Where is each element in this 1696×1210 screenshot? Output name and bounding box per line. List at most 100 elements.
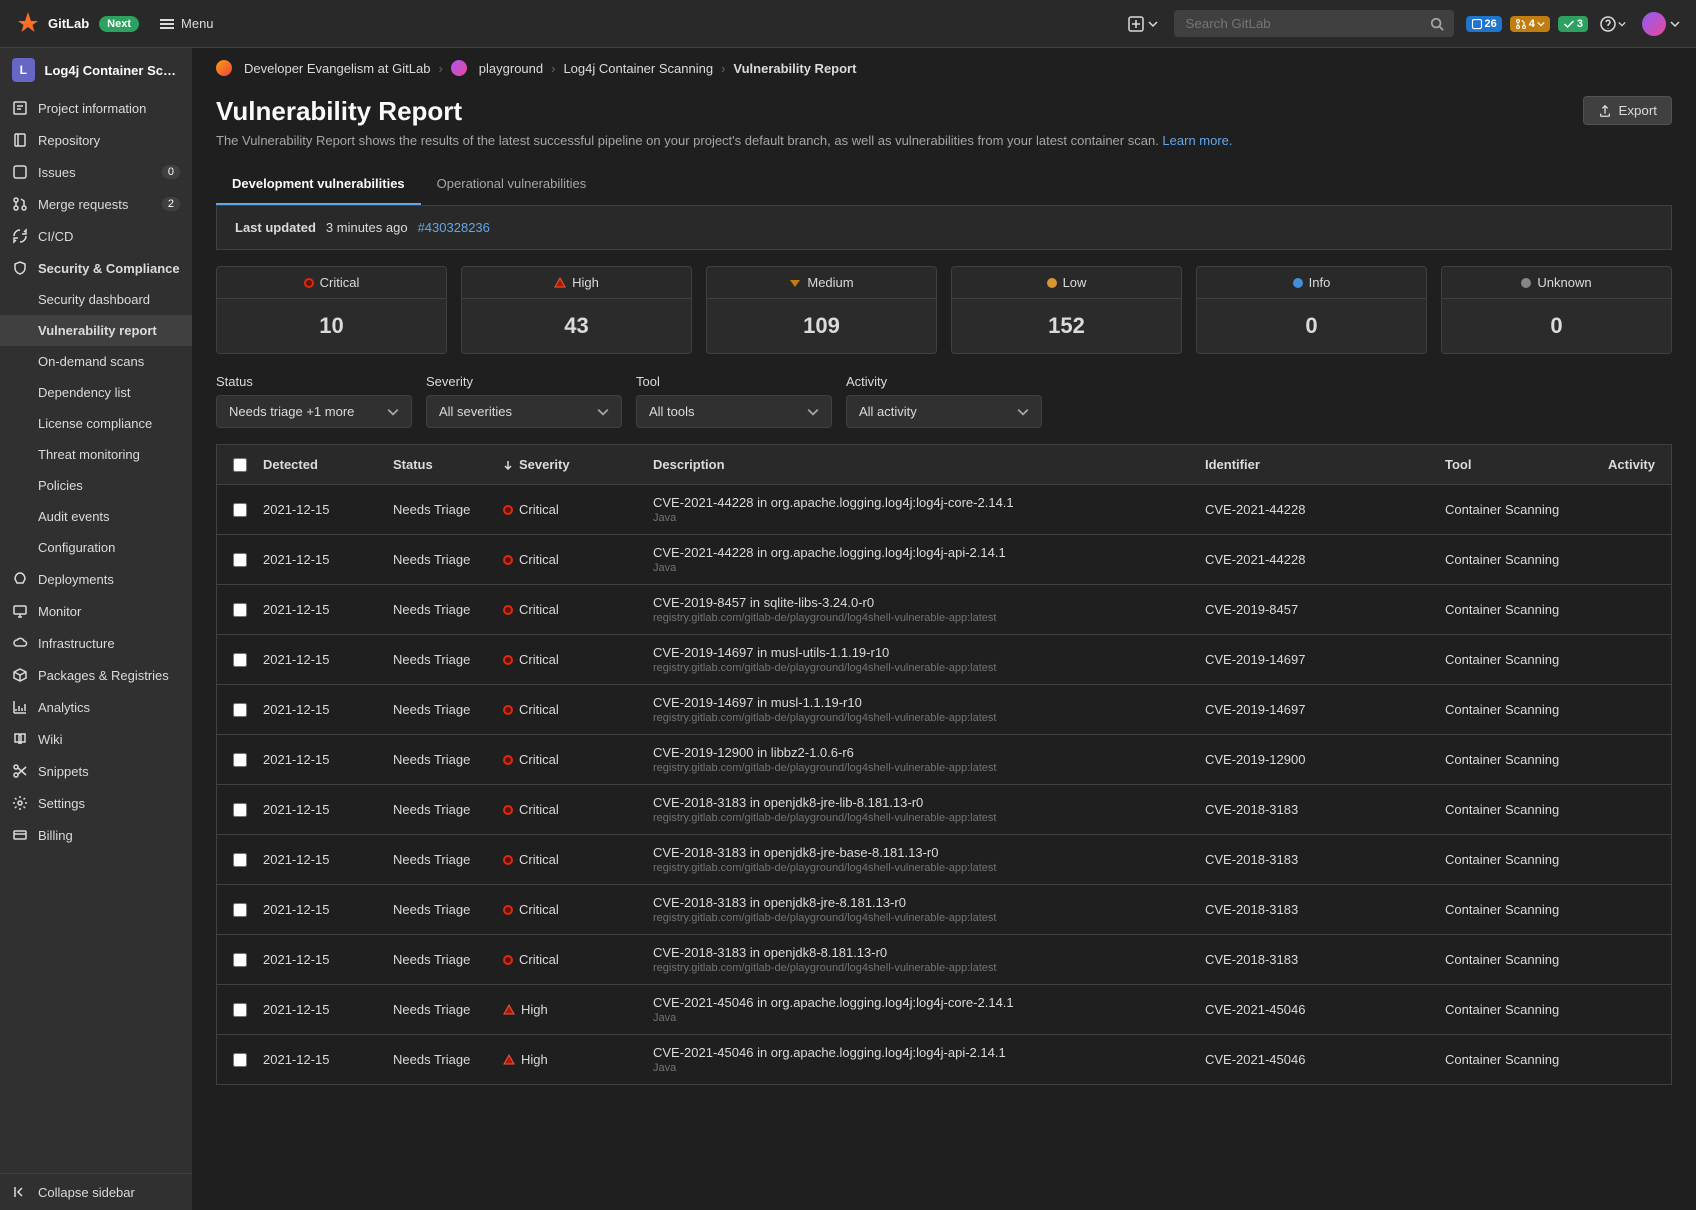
info-page-icon [12,100,28,116]
sidebar-item-snippets[interactable]: Snippets [0,755,192,787]
table-row[interactable]: 2021-12-15 Needs Triage Critical CVE-201… [216,835,1672,885]
export-button[interactable]: Export [1583,96,1672,125]
sidebar-item-cicd[interactable]: CI/CD [0,220,192,252]
cell-identifier: CVE-2019-8457 [1205,602,1445,617]
sidebar-item-security[interactable]: Security & Compliance [0,252,192,284]
row-checkbox[interactable] [233,603,247,617]
th-severity[interactable]: Severity [503,457,653,472]
stat-count: 43 [462,298,691,353]
menu-button[interactable]: Menu [159,16,214,32]
sidebar-sub-policies[interactable]: Policies [0,470,192,501]
crumb-1[interactable]: Developer Evangelism at GitLab [244,61,430,76]
sidebar-sub-ondemand[interactable]: On-demand scans [0,346,192,377]
sidebar-sub-threat[interactable]: Threat monitoring [0,439,192,470]
table-row[interactable]: 2021-12-15 Needs Triage Critical CVE-201… [216,735,1672,785]
gitlab-logo-icon[interactable] [16,10,40,37]
filter-tool[interactable]: All tools [636,395,832,428]
sidebar-item-merge-requests[interactable]: Merge requests 2 [0,188,192,220]
sidebar-item-monitor[interactable]: Monitor [0,595,192,627]
table-row[interactable]: 2021-12-15 Needs Triage Critical CVE-202… [216,485,1672,535]
select-all-checkbox[interactable] [233,458,247,472]
table-row[interactable]: 2021-12-15 Needs Triage Critical CVE-201… [216,685,1672,735]
project-header[interactable]: L Log4j Container Scan... [0,48,192,92]
todo-badge[interactable]: 3 [1558,16,1588,32]
table-row[interactable]: 2021-12-15 Needs Triage High CVE-2021-45… [216,1035,1672,1085]
row-checkbox[interactable] [233,653,247,667]
stat-card-low[interactable]: Low152 [951,266,1182,354]
package-icon [12,667,28,683]
cell-description: CVE-2021-45046 in org.apache.logging.log… [653,1045,1205,1074]
card-icon [12,827,28,843]
stat-card-high[interactable]: High43 [461,266,692,354]
stat-card-info[interactable]: Info0 [1196,266,1427,354]
mr-badge[interactable]: 4 [1510,16,1550,32]
sidebar-item-project-info[interactable]: Project information [0,92,192,124]
sidebar-sub-dependency[interactable]: Dependency list [0,377,192,408]
table-row[interactable]: 2021-12-15 Needs Triage High CVE-2021-45… [216,985,1672,1035]
sidebar-sub-config[interactable]: Configuration [0,532,192,563]
row-checkbox[interactable] [233,953,247,967]
filter-activity[interactable]: All activity [846,395,1042,428]
sidebar-item-infrastructure[interactable]: Infrastructure [0,627,192,659]
table-row[interactable]: 2021-12-15 Needs Triage Critical CVE-201… [216,785,1672,835]
chevron-down-icon[interactable] [1670,19,1680,29]
sidebar-item-wiki[interactable]: Wiki [0,723,192,755]
table-row[interactable]: 2021-12-15 Needs Triage Critical CVE-201… [216,885,1672,935]
tab-development[interactable]: Development vulnerabilities [216,164,421,205]
row-checkbox[interactable] [233,703,247,717]
pipeline-link[interactable]: #430328236 [418,220,490,235]
plus-dropdown[interactable] [1122,10,1164,38]
th-tool[interactable]: Tool [1445,457,1595,472]
learn-more-link[interactable]: Learn more. [1162,133,1232,148]
th-status[interactable]: Status [393,457,503,472]
row-checkbox[interactable] [233,1053,247,1067]
sidebar-sub-dashboard[interactable]: Security dashboard [0,284,192,315]
row-checkbox[interactable] [233,553,247,567]
cell-severity: Critical [503,552,653,567]
sidebar-sub-audit[interactable]: Audit events [0,501,192,532]
stat-card-unknown[interactable]: Unknown0 [1441,266,1672,354]
sidebar-sub-license[interactable]: License compliance [0,408,192,439]
filter-activity-label: Activity [846,374,1042,389]
crumb-3[interactable]: Log4j Container Scanning [563,61,713,76]
th-identifier[interactable]: Identifier [1205,457,1445,472]
row-checkbox[interactable] [233,803,247,817]
row-checkbox[interactable] [233,903,247,917]
filter-status[interactable]: Needs triage +1 more [216,395,412,428]
table-row[interactable]: 2021-12-15 Needs Triage Critical CVE-201… [216,585,1672,635]
cell-status: Needs Triage [393,752,503,767]
th-activity[interactable]: Activity [1595,457,1655,472]
help-dropdown[interactable] [1594,10,1632,38]
th-detected[interactable]: Detected [263,457,393,472]
shield-icon [12,260,28,276]
filter-severity[interactable]: All severities [426,395,622,428]
stat-count: 109 [707,298,936,353]
chevron-down-icon [387,406,399,418]
sidebar-item-billing[interactable]: Billing [0,819,192,851]
sidebar-item-analytics[interactable]: Analytics [0,691,192,723]
crumb-2[interactable]: playground [479,61,543,76]
stat-card-critical[interactable]: Critical10 [216,266,447,354]
sidebar-item-deployments[interactable]: Deployments [0,563,192,595]
sidebar-item-issues[interactable]: Issues 0 [0,156,192,188]
stat-card-medium[interactable]: Medium109 [706,266,937,354]
next-badge[interactable]: Next [99,16,139,32]
search-input[interactable] [1174,10,1454,37]
table-row[interactable]: 2021-12-15 Needs Triage Critical CVE-201… [216,635,1672,685]
row-checkbox[interactable] [233,753,247,767]
table-row[interactable]: 2021-12-15 Needs Triage Critical CVE-201… [216,935,1672,985]
issues-badge[interactable]: 26 [1466,16,1502,32]
cell-identifier: CVE-2018-3183 [1205,802,1445,817]
collapse-sidebar[interactable]: Collapse sidebar [0,1173,192,1210]
row-checkbox[interactable] [233,853,247,867]
th-description[interactable]: Description [653,457,1205,472]
sidebar-sub-vuln-report[interactable]: Vulnerability report [0,315,192,346]
user-avatar[interactable] [1642,12,1666,36]
sidebar-item-packages[interactable]: Packages & Registries [0,659,192,691]
sidebar-item-settings[interactable]: Settings [0,787,192,819]
tab-operational[interactable]: Operational vulnerabilities [421,164,603,205]
row-checkbox[interactable] [233,503,247,517]
table-row[interactable]: 2021-12-15 Needs Triage Critical CVE-202… [216,535,1672,585]
row-checkbox[interactable] [233,1003,247,1017]
sidebar-item-repository[interactable]: Repository [0,124,192,156]
